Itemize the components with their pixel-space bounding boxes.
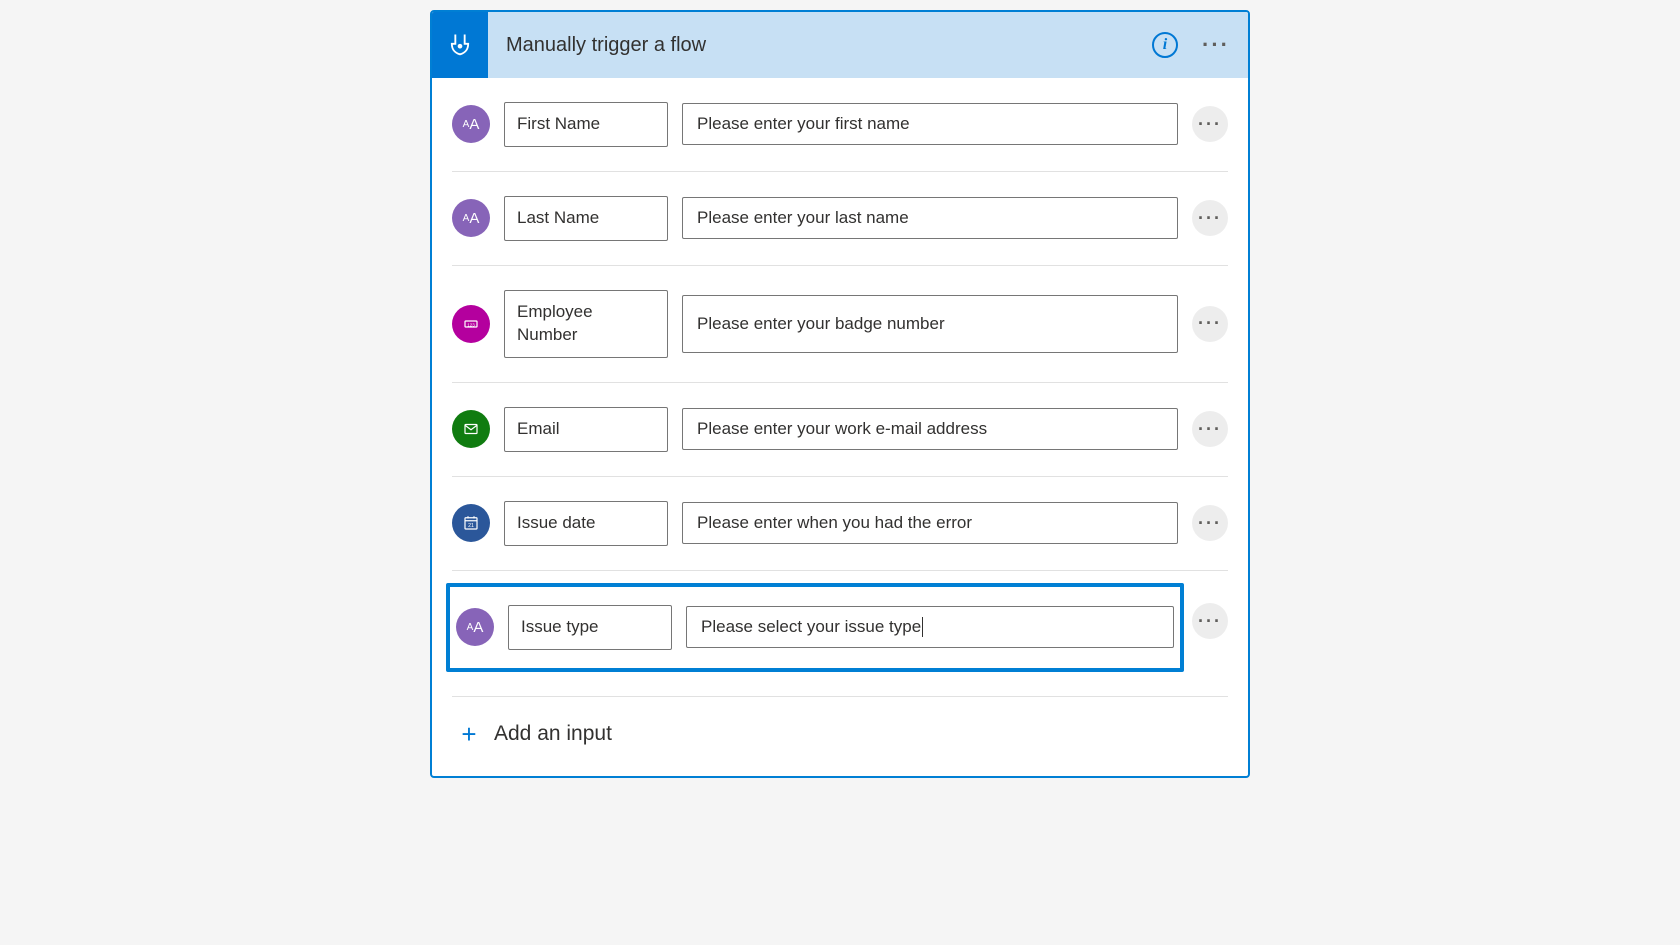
input-name-field[interactable]: First Name: [504, 102, 668, 147]
plus-icon: +: [458, 719, 480, 750]
svg-text:21: 21: [468, 523, 474, 529]
trigger-icon: [432, 12, 488, 78]
input-placeholder-text: Please select your issue type: [701, 617, 921, 637]
input-row-issue-type: AA Issue type Please select your issue t…: [452, 571, 1228, 697]
input-placeholder-field[interactable]: [682, 502, 1178, 544]
email-type-icon: [452, 410, 490, 448]
card-header: Manually trigger a flow i ···: [432, 12, 1248, 78]
input-placeholder-field[interactable]: [682, 103, 1178, 145]
add-input-button[interactable]: + Add an input: [432, 697, 1248, 776]
info-icon[interactable]: i: [1152, 32, 1178, 58]
row-more-icon[interactable]: ···: [1192, 505, 1228, 541]
row-more-icon[interactable]: ···: [1192, 306, 1228, 342]
text-type-icon: AA: [452, 105, 490, 143]
input-name-field[interactable]: Issue date: [504, 501, 668, 546]
row-more-icon[interactable]: ···: [1192, 106, 1228, 142]
trigger-card: Manually trigger a flow i ··· AA First N…: [430, 10, 1250, 778]
input-row-last-name: AA Last Name ···: [452, 172, 1228, 266]
card-title: Manually trigger a flow: [488, 34, 1152, 57]
date-type-icon: 21: [452, 504, 490, 542]
text-type-icon: AA: [452, 199, 490, 237]
row-more-icon[interactable]: ···: [1192, 200, 1228, 236]
input-name-field[interactable]: Issue type: [508, 605, 672, 650]
add-input-label: Add an input: [494, 722, 612, 746]
input-row-employee-number: 123 Employee Number ···: [452, 266, 1228, 383]
number-type-icon: 123: [452, 305, 490, 343]
input-placeholder-field[interactable]: Please select your issue type: [686, 606, 1174, 648]
row-more-icon[interactable]: ···: [1192, 603, 1228, 639]
input-placeholder-field[interactable]: [682, 295, 1178, 353]
input-placeholder-field[interactable]: [682, 408, 1178, 450]
input-placeholder-field[interactable]: [682, 197, 1178, 239]
input-name-field[interactable]: Email: [504, 407, 668, 452]
row-more-icon[interactable]: ···: [1192, 411, 1228, 447]
input-row-issue-date: 21 Issue date ···: [452, 477, 1228, 571]
svg-text:123: 123: [467, 322, 475, 327]
input-name-field[interactable]: Employee Number: [504, 290, 668, 358]
input-name-field[interactable]: Last Name: [504, 196, 668, 241]
input-row-email: Email ···: [452, 383, 1228, 477]
card-more-icon[interactable]: ···: [1196, 32, 1236, 58]
text-type-icon: AA: [456, 608, 494, 646]
text-caret: [922, 617, 923, 637]
input-row-first-name: AA First Name ···: [452, 78, 1228, 172]
